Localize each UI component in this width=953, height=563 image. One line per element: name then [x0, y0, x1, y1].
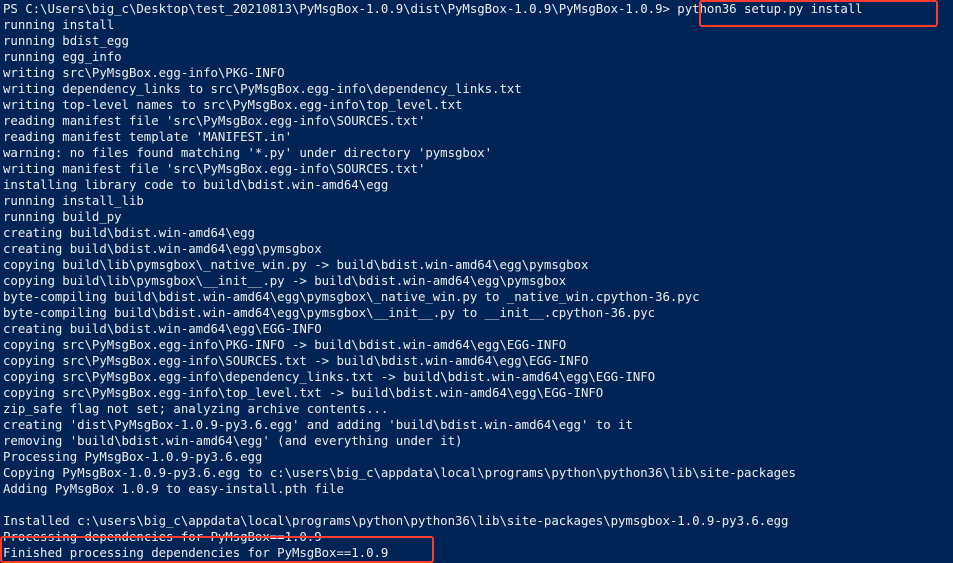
output-line: creating build\bdist.win-amd64\egg [3, 225, 255, 240]
output-line: copying build\lib\pymsgbox\_native_win.p… [3, 257, 589, 272]
output-line: copying src\PyMsgBox.egg-info\SOURCES.tx… [3, 353, 589, 368]
output-line: Adding PyMsgBox 1.0.9 to easy-install.pt… [3, 481, 344, 496]
output-line: reading manifest template 'MANIFEST.in' [3, 129, 292, 144]
output-line: warning: no files found matching '*.py' … [3, 145, 493, 160]
output-line: creating build\bdist.win-amd64\egg\pymsg… [3, 241, 322, 256]
output-line: writing src\PyMsgBox.egg-info\PKG-INFO [3, 65, 285, 80]
output-line: zip_safe flag not set; analyzing archive… [3, 401, 389, 416]
output-line: writing dependency_links to src\PyMsgBox… [3, 81, 522, 96]
output-line: installing library code to build\bdist.w… [3, 177, 389, 192]
output-line: copying src\PyMsgBox.egg-info\PKG-INFO -… [3, 337, 567, 352]
output-line: running bdist_egg [3, 33, 129, 48]
console-output: PS C:\Users\big_c\Desktop\test_20210813\… [3, 1, 863, 561]
blank-line [3, 497, 863, 513]
output-line: copying build\lib\pymsgbox\__init__.py -… [3, 273, 567, 288]
output-line: running build_py [3, 209, 122, 224]
output-line: byte-compiling build\bdist.win-amd64\egg… [3, 289, 700, 304]
output-line: running install_lib [3, 193, 144, 208]
prompt-line: PS C:\Users\big_c\Desktop\test_20210813\… [3, 1, 863, 17]
output-line: copying src\PyMsgBox.egg-info\top_level.… [3, 385, 604, 400]
powershell-console[interactable]: PS C:\Users\big_c\Desktop\test_20210813\… [0, 0, 953, 563]
output-line: Processing PyMsgBox-1.0.9-py3.6.egg [3, 449, 263, 464]
output-line: running egg_info [3, 49, 122, 64]
output-line: writing top-level names to src\PyMsgBox.… [3, 97, 463, 112]
output-line: creating build\bdist.win-amd64\egg\EGG-I… [3, 321, 322, 336]
output-line: copying src\PyMsgBox.egg-info\dependency… [3, 369, 656, 384]
output-line: Processing dependencies for PyMsgBox==1.… [3, 529, 322, 544]
output-line: removing 'build\bdist.win-amd64\egg' (an… [3, 433, 463, 448]
output-line: Copying PyMsgBox-1.0.9-py3.6.egg to c:\u… [3, 465, 796, 480]
output-line: reading manifest file 'src\PyMsgBox.egg-… [3, 113, 426, 128]
output-line: running install [3, 17, 115, 32]
output-line: Finished processing dependencies for PyM… [3, 545, 389, 560]
output-line: byte-compiling build\bdist.win-amd64\egg… [3, 305, 656, 320]
command-text: python36 setup.py install [677, 1, 863, 16]
output-line: writing manifest file 'src\PyMsgBox.egg-… [3, 161, 426, 176]
prompt-path: PS C:\Users\big_c\Desktop\test_20210813\… [3, 1, 678, 16]
output-line: creating 'dist\PyMsgBox-1.0.9-py3.6.egg'… [3, 417, 633, 432]
output-line: Installed c:\users\big_c\appdata\local\p… [3, 513, 789, 528]
